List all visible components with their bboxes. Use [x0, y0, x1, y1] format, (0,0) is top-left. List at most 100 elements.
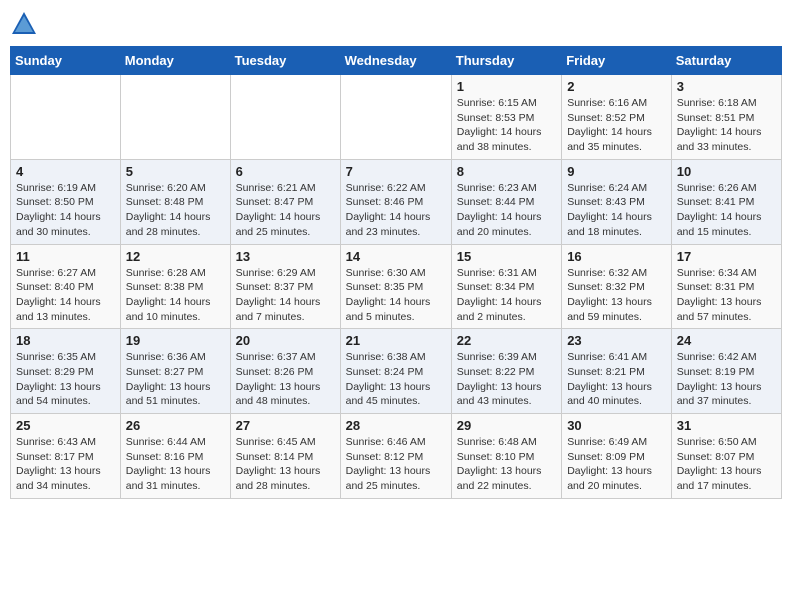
- day-number: 4: [16, 164, 115, 179]
- day-number: 16: [567, 249, 666, 264]
- day-number: 6: [236, 164, 335, 179]
- day-number: 12: [126, 249, 225, 264]
- day-number: 15: [457, 249, 556, 264]
- day-info: Sunrise: 6:50 AM Sunset: 8:07 PM Dayligh…: [677, 435, 776, 494]
- day-number: 1: [457, 79, 556, 94]
- logo: [10, 10, 42, 38]
- day-number: 7: [346, 164, 446, 179]
- calendar-header-row: SundayMondayTuesdayWednesdayThursdayFrid…: [11, 47, 782, 75]
- calendar-cell: 25 Sunrise: 6:43 AM Sunset: 8:17 PM Dayli…: [11, 414, 121, 499]
- calendar-week-row: 4 Sunrise: 6:19 AM Sunset: 8:50 PM Daylig…: [11, 159, 782, 244]
- calendar-cell: 3 Sunrise: 6:18 AM Sunset: 8:51 PM Daylig…: [671, 75, 781, 160]
- day-number: 13: [236, 249, 335, 264]
- header-friday: Friday: [562, 47, 672, 75]
- day-info: Sunrise: 6:22 AM Sunset: 8:46 PM Dayligh…: [346, 181, 446, 240]
- day-info: Sunrise: 6:35 AM Sunset: 8:29 PM Dayligh…: [16, 350, 115, 409]
- calendar-cell: 23 Sunrise: 6:41 AM Sunset: 8:21 PM Dayli…: [562, 329, 672, 414]
- day-number: 5: [126, 164, 225, 179]
- day-info: Sunrise: 6:36 AM Sunset: 8:27 PM Dayligh…: [126, 350, 225, 409]
- day-info: Sunrise: 6:43 AM Sunset: 8:17 PM Dayligh…: [16, 435, 115, 494]
- header-saturday: Saturday: [671, 47, 781, 75]
- day-info: Sunrise: 6:24 AM Sunset: 8:43 PM Dayligh…: [567, 181, 666, 240]
- page-header: [10, 10, 782, 38]
- day-info: Sunrise: 6:37 AM Sunset: 8:26 PM Dayligh…: [236, 350, 335, 409]
- calendar-cell: 26 Sunrise: 6:44 AM Sunset: 8:16 PM Dayli…: [120, 414, 230, 499]
- calendar-cell: 11 Sunrise: 6:27 AM Sunset: 8:40 PM Dayli…: [11, 244, 121, 329]
- day-number: 10: [677, 164, 776, 179]
- day-info: Sunrise: 6:15 AM Sunset: 8:53 PM Dayligh…: [457, 96, 556, 155]
- calendar-cell: 29 Sunrise: 6:48 AM Sunset: 8:10 PM Dayli…: [451, 414, 561, 499]
- calendar-cell: 20 Sunrise: 6:37 AM Sunset: 8:26 PM Dayli…: [230, 329, 340, 414]
- day-number: 21: [346, 333, 446, 348]
- calendar-cell: 5 Sunrise: 6:20 AM Sunset: 8:48 PM Daylig…: [120, 159, 230, 244]
- day-number: 30: [567, 418, 666, 433]
- day-number: 28: [346, 418, 446, 433]
- day-info: Sunrise: 6:16 AM Sunset: 8:52 PM Dayligh…: [567, 96, 666, 155]
- calendar-cell: 30 Sunrise: 6:49 AM Sunset: 8:09 PM Dayli…: [562, 414, 672, 499]
- day-number: 17: [677, 249, 776, 264]
- day-number: 11: [16, 249, 115, 264]
- calendar-cell: [230, 75, 340, 160]
- calendar-cell: 14 Sunrise: 6:30 AM Sunset: 8:35 PM Dayli…: [340, 244, 451, 329]
- day-number: 14: [346, 249, 446, 264]
- calendar-cell: [340, 75, 451, 160]
- calendar-cell: 27 Sunrise: 6:45 AM Sunset: 8:14 PM Dayli…: [230, 414, 340, 499]
- calendar-cell: 22Sunrise: 6:39 AM Sunset: 8:22 PM Dayli…: [451, 329, 561, 414]
- calendar-cell: 8 Sunrise: 6:23 AM Sunset: 8:44 PM Daylig…: [451, 159, 561, 244]
- day-number: 20: [236, 333, 335, 348]
- day-number: 29: [457, 418, 556, 433]
- day-info: Sunrise: 6:39 AM Sunset: 8:22 PM Dayligh…: [457, 350, 556, 409]
- day-info: Sunrise: 6:26 AM Sunset: 8:41 PM Dayligh…: [677, 181, 776, 240]
- day-number: 31: [677, 418, 776, 433]
- day-info: Sunrise: 6:32 AM Sunset: 8:32 PM Dayligh…: [567, 266, 666, 325]
- day-info: Sunrise: 6:34 AM Sunset: 8:31 PM Dayligh…: [677, 266, 776, 325]
- day-info: Sunrise: 6:31 AM Sunset: 8:34 PM Dayligh…: [457, 266, 556, 325]
- day-number: 25: [16, 418, 115, 433]
- calendar-table: SundayMondayTuesdayWednesdayThursdayFrid…: [10, 46, 782, 499]
- day-info: Sunrise: 6:49 AM Sunset: 8:09 PM Dayligh…: [567, 435, 666, 494]
- day-info: Sunrise: 6:48 AM Sunset: 8:10 PM Dayligh…: [457, 435, 556, 494]
- calendar-cell: 4 Sunrise: 6:19 AM Sunset: 8:50 PM Daylig…: [11, 159, 121, 244]
- calendar-cell: 1 Sunrise: 6:15 AM Sunset: 8:53 PM Daylig…: [451, 75, 561, 160]
- calendar-cell: 12 Sunrise: 6:28 AM Sunset: 8:38 PM Dayli…: [120, 244, 230, 329]
- calendar-cell: 19 Sunrise: 6:36 AM Sunset: 8:27 PM Dayli…: [120, 329, 230, 414]
- day-info: Sunrise: 6:21 AM Sunset: 8:47 PM Dayligh…: [236, 181, 335, 240]
- day-number: 8: [457, 164, 556, 179]
- day-info: Sunrise: 6:27 AM Sunset: 8:40 PM Dayligh…: [16, 266, 115, 325]
- header-monday: Monday: [120, 47, 230, 75]
- day-number: 3: [677, 79, 776, 94]
- calendar-cell: 18Sunrise: 6:35 AM Sunset: 8:29 PM Dayli…: [11, 329, 121, 414]
- header-thursday: Thursday: [451, 47, 561, 75]
- calendar-cell: 9 Sunrise: 6:24 AM Sunset: 8:43 PM Daylig…: [562, 159, 672, 244]
- day-info: Sunrise: 6:20 AM Sunset: 8:48 PM Dayligh…: [126, 181, 225, 240]
- calendar-week-row: 25 Sunrise: 6:43 AM Sunset: 8:17 PM Dayli…: [11, 414, 782, 499]
- calendar-cell: [120, 75, 230, 160]
- calendar-cell: 24Sunrise: 6:42 AM Sunset: 8:19 PM Dayli…: [671, 329, 781, 414]
- day-info: Sunrise: 6:30 AM Sunset: 8:35 PM Dayligh…: [346, 266, 446, 325]
- day-number: 23: [567, 333, 666, 348]
- day-number: 26: [126, 418, 225, 433]
- day-number: 19: [126, 333, 225, 348]
- day-info: Sunrise: 6:41 AM Sunset: 8:21 PM Dayligh…: [567, 350, 666, 409]
- calendar-cell: [11, 75, 121, 160]
- logo-icon: [10, 10, 38, 38]
- day-info: Sunrise: 6:38 AM Sunset: 8:24 PM Dayligh…: [346, 350, 446, 409]
- header-sunday: Sunday: [11, 47, 121, 75]
- day-info: Sunrise: 6:18 AM Sunset: 8:51 PM Dayligh…: [677, 96, 776, 155]
- calendar-cell: 21 Sunrise: 6:38 AM Sunset: 8:24 PM Dayli…: [340, 329, 451, 414]
- day-number: 24: [677, 333, 776, 348]
- header-wednesday: Wednesday: [340, 47, 451, 75]
- day-number: 9: [567, 164, 666, 179]
- calendar-week-row: 18Sunrise: 6:35 AM Sunset: 8:29 PM Dayli…: [11, 329, 782, 414]
- day-info: Sunrise: 6:19 AM Sunset: 8:50 PM Dayligh…: [16, 181, 115, 240]
- day-number: 2: [567, 79, 666, 94]
- day-info: Sunrise: 6:23 AM Sunset: 8:44 PM Dayligh…: [457, 181, 556, 240]
- calendar-cell: 15 Sunrise: 6:31 AM Sunset: 8:34 PM Dayli…: [451, 244, 561, 329]
- day-info: Sunrise: 6:28 AM Sunset: 8:38 PM Dayligh…: [126, 266, 225, 325]
- day-info: Sunrise: 6:44 AM Sunset: 8:16 PM Dayligh…: [126, 435, 225, 494]
- day-number: 27: [236, 418, 335, 433]
- calendar-cell: 17 Sunrise: 6:34 AM Sunset: 8:31 PM Dayli…: [671, 244, 781, 329]
- day-info: Sunrise: 6:45 AM Sunset: 8:14 PM Dayligh…: [236, 435, 335, 494]
- day-info: Sunrise: 6:29 AM Sunset: 8:37 PM Dayligh…: [236, 266, 335, 325]
- calendar-cell: 10 Sunrise: 6:26 AM Sunset: 8:41 PM Dayli…: [671, 159, 781, 244]
